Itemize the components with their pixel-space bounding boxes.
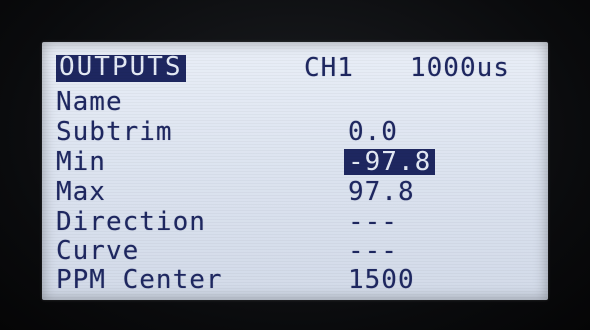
ppm-center-value[interactable]: 1500 (348, 267, 415, 293)
max-value[interactable]: 97.8 (348, 179, 415, 205)
subtrim-value[interactable]: 0.0 (348, 119, 398, 145)
pulse-width-readout: 1000us (410, 53, 510, 83)
direction-value[interactable]: --- (348, 209, 398, 235)
lcd-screen: OUTPUTS CH1 1000us Name Subtrim 0.0 Min … (42, 42, 548, 300)
min-label[interactable]: Min (56, 149, 106, 175)
ppm-center-label[interactable]: PPM Center (56, 267, 223, 293)
channel-indicator: CH1 (304, 53, 354, 83)
direction-label[interactable]: Direction (56, 209, 206, 235)
curve-label[interactable]: Curve (56, 238, 139, 264)
page-title: OUTPUTS (56, 54, 186, 82)
subtrim-label[interactable]: Subtrim (56, 119, 173, 145)
name-label[interactable]: Name (56, 89, 123, 115)
min-value-selected[interactable]: -97.8 (344, 149, 436, 175)
max-label[interactable]: Max (56, 179, 106, 205)
curve-value[interactable]: --- (348, 238, 398, 264)
